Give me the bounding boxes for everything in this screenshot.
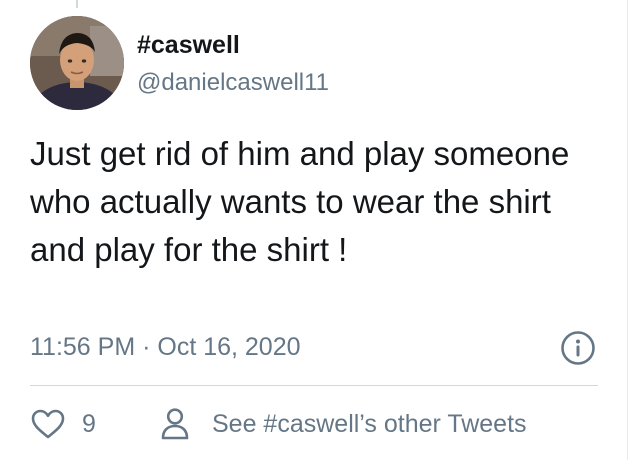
like-count: 9 [82, 410, 96, 438]
person-icon [161, 408, 189, 440]
user-photo-icon [30, 16, 124, 110]
see-other-tweets-link[interactable]: See #caswell’s other Tweets [160, 404, 527, 444]
card-right-border [627, 0, 628, 460]
heart-icon [31, 409, 65, 439]
thread-connector-line [76, 0, 78, 8]
avatar[interactable] [30, 16, 124, 110]
tweet-text: Just get rid of him and play someone who… [30, 135, 570, 268]
tweet-timestamp[interactable]: 11:56 PM · Oct 16, 2020 [30, 332, 301, 362]
info-icon[interactable] [560, 330, 596, 366]
divider [30, 385, 598, 386]
user-display-name[interactable]: #caswell [137, 30, 240, 60]
see-other-tweets-label: See #caswell’s other Tweets [212, 410, 527, 438]
user-handle[interactable]: @danielcaswell11 [137, 68, 329, 98]
tweet-card: #caswell @danielcaswell11 Just get rid o… [0, 0, 630, 460]
like-button[interactable]: 9 [30, 404, 96, 444]
